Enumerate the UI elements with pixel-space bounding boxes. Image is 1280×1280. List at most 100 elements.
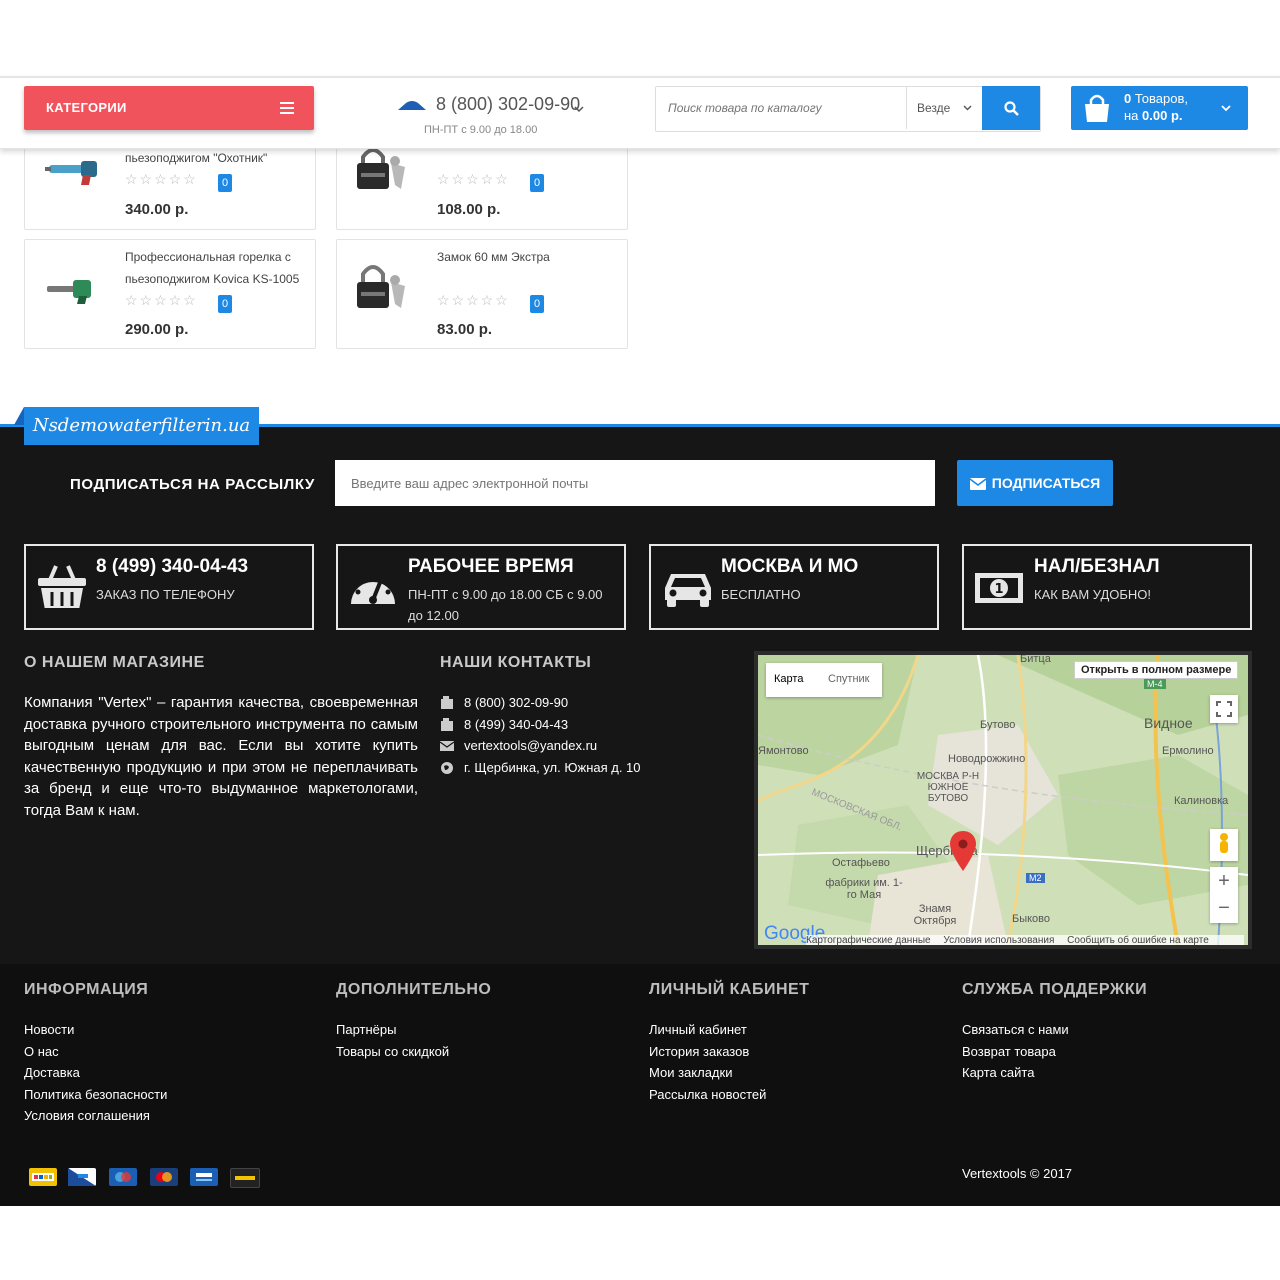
footer-link-orders[interactable]: История заказов: [649, 1041, 766, 1063]
footer-link-specials[interactable]: Товары со скидкой: [336, 1041, 449, 1063]
fullscreen-icon[interactable]: [1210, 695, 1238, 723]
ebay-icon: [29, 1168, 57, 1186]
rating-stars: ☆☆☆☆☆: [437, 171, 510, 187]
footer-link-about[interactable]: О нас: [24, 1041, 167, 1063]
map-label: Знамя Октября: [913, 903, 957, 927]
product-price: 290.00 р.: [125, 321, 189, 338]
chevron-down-icon[interactable]: [574, 106, 584, 113]
map-report-link[interactable]: Сообщить об ошибке на карте: [1067, 935, 1209, 945]
about-text: Компания "Vertex" – гарантия качества, с…: [24, 694, 418, 819]
basket-icon: [38, 565, 86, 608]
header-hours: ПН-ПТ с 9.00 до 18.00: [424, 124, 538, 136]
contact-address[interactable]: г. Щербинка, ул. Южная д. 10: [440, 760, 641, 775]
search-button[interactable]: [982, 86, 1040, 130]
product-image: [47, 280, 91, 304]
product-name[interactable]: пьезоподжигом "Охотник": [125, 147, 305, 169]
map-label: Ермолино: [1162, 745, 1214, 757]
car-icon: [665, 574, 711, 607]
search-input[interactable]: [656, 87, 920, 129]
envelope-icon: [440, 741, 454, 751]
contact-phone-2[interactable]: 8 (499) 340-04-43: [440, 717, 568, 732]
cart-button[interactable]: 0 Товаров, на 0.00 р.: [1071, 86, 1248, 130]
footer-link-sitemap[interactable]: Карта сайта: [962, 1062, 1069, 1084]
money-icon: 1: [975, 573, 1023, 603]
product-card[interactable]: пьезоподжигом "Охотник" ☆☆☆☆☆ 0 340.00 р…: [24, 138, 316, 230]
subscribe-button[interactable]: ПОДПИСАТЬСЯ: [957, 460, 1113, 506]
chevron-down-icon: [1221, 105, 1231, 112]
footer-link-wishlist[interactable]: Мои закладки: [649, 1062, 766, 1084]
rating-stars: ☆☆☆☆☆: [125, 292, 198, 308]
about-title: О НАШЕМ МАГАЗИНЕ: [24, 654, 205, 671]
newsletter-email-input[interactable]: [335, 460, 935, 506]
visa-electron-icon: [190, 1168, 218, 1186]
street-view-icon[interactable]: [1210, 829, 1238, 861]
map-road-badge: М2: [1026, 873, 1045, 883]
footer-link-delivery[interactable]: Доставка: [24, 1062, 167, 1084]
rating-stars: ☆☆☆☆☆: [125, 171, 198, 187]
review-count-badge: 0: [530, 295, 544, 313]
footer-link-privacy[interactable]: Политика безопасности: [24, 1084, 167, 1106]
shopping-bag-icon: [1085, 94, 1109, 122]
map-type-control: Карта Спутник: [766, 663, 882, 697]
product-price: 340.00 р.: [125, 201, 189, 218]
fax-icon: [441, 718, 453, 731]
contact-phone-1[interactable]: 8 (800) 302-09-90: [440, 695, 568, 710]
chevron-down-icon: [963, 105, 972, 111]
map-terms-link[interactable]: Условия использования: [943, 935, 1054, 945]
contact-email[interactable]: vertextools@yandex.ru: [440, 738, 597, 753]
map-road-badge: М-4: [1144, 679, 1166, 689]
product-image: [45, 161, 97, 185]
map-label: Видное: [1144, 715, 1193, 731]
header-phone[interactable]: 8 (800) 302-09-90 ПН-ПТ с 9.00 до 18.00: [398, 92, 598, 142]
newsletter-title: ПОДПИСАТЬСЯ НА РАССЫЛКУ: [70, 476, 315, 493]
support-column-links: Связаться с нами Возврат товара Карта са…: [962, 1019, 1069, 1084]
info-box-subtitle: ПН-ПТ с 9.00 до 18.00 СБ с 9.00 до 12.00: [408, 587, 603, 623]
map-label: фабрики им. 1-го Мая: [825, 877, 903, 901]
product-card[interactable]: Замок 60 мм Экстра ☆☆☆☆☆ 0 83.00 р.: [336, 239, 628, 349]
support-column-title: СЛУЖБА ПОДДЕРЖКИ: [962, 981, 1148, 998]
map-pin-icon[interactable]: [950, 831, 976, 871]
map-label: МОСКВА Р-Н ЮЖНОЕ БУТОВО: [916, 771, 980, 804]
footer-link-partners[interactable]: Партнёры: [336, 1019, 449, 1041]
search-scope-select[interactable]: Везде: [906, 87, 980, 129]
search-bar: Везде: [655, 86, 1041, 132]
google-map[interactable]: Карта Спутник Открыть в полном размере Б…: [754, 651, 1252, 949]
product-card[interactable]: Профессиональная горелка с пьезоподжигом…: [24, 239, 316, 349]
map-fullscreen-link[interactable]: Открыть в полном размере: [1074, 661, 1239, 679]
info-box-title: РАБОЧЕЕ ВРЕМЯ: [408, 556, 574, 577]
site-header: КАТЕГОРИИ 8 (800) 302-09-90 ПН-ПТ с 9.00…: [0, 76, 1280, 149]
map-tab-map[interactable]: Карта: [774, 673, 803, 685]
map-label: Бутово: [980, 719, 1016, 731]
menu-icon: [280, 102, 294, 117]
zoom-in-icon[interactable]: +: [1210, 867, 1238, 895]
footer-link-terms[interactable]: Условия соглашения: [24, 1105, 167, 1127]
fax-icon: [441, 696, 453, 709]
extra-column-title: ДОПОЛНИТЕЛЬНО: [336, 981, 492, 998]
map-label: Битца: [1020, 653, 1051, 665]
footer-link-account[interactable]: Личный кабинет: [649, 1019, 766, 1041]
footer-link-news[interactable]: Новости: [24, 1019, 167, 1041]
footer-link-contact[interactable]: Связаться с нами: [962, 1019, 1069, 1041]
categories-button[interactable]: КАТЕГОРИИ: [24, 86, 314, 130]
cart-count: 0 Товаров,: [1124, 91, 1188, 106]
map-label: Остафьево: [832, 857, 890, 869]
mastercard-icon: [150, 1168, 178, 1186]
product-name[interactable]: Профессиональная горелка с пьезоподжигом…: [125, 246, 305, 290]
info-box-subtitle: БЕСПЛАТНО: [721, 587, 801, 602]
phone-icon: [398, 101, 426, 110]
product-price: 83.00 р.: [437, 321, 493, 338]
info-box-payment: 1 НАЛ/БЕЗНАЛ КАК ВАМ УДОБНО!: [962, 544, 1252, 630]
map-tab-satellite[interactable]: Спутник: [828, 673, 869, 685]
zoom-out-icon[interactable]: −: [1210, 895, 1238, 923]
info-column-links: Новости О нас Доставка Политика безопасн…: [24, 1019, 167, 1127]
product-name[interactable]: Замок 60 мм Экстра: [437, 246, 617, 268]
svg-text:1: 1: [994, 582, 1003, 597]
info-box-phone: 8 (499) 340-04-43 ЗАКАЗ ПО ТЕЛЕФОНУ: [24, 544, 314, 630]
map-attribution: Картографические данные Условия использо…: [806, 935, 1244, 945]
footer-link-newsletter[interactable]: Рассылка новостей: [649, 1084, 766, 1106]
product-card[interactable]: ☆☆☆☆☆ 0 108.00 р.: [336, 138, 628, 230]
footer-link-returns[interactable]: Возврат товара: [962, 1041, 1069, 1063]
footer-logo[interactable]: Nsdemowaterfilterin.ua: [24, 407, 259, 445]
product-image: [357, 148, 405, 189]
envelope-icon: [969, 478, 986, 490]
